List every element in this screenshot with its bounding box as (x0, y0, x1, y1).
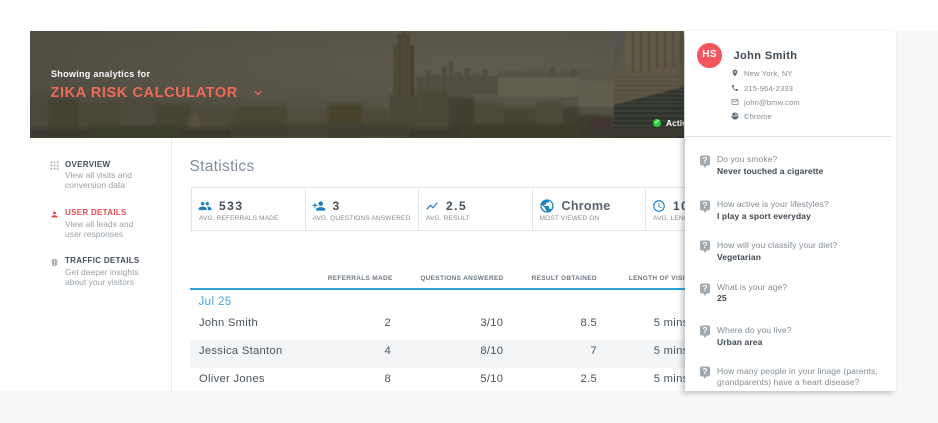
svg-text:?: ? (702, 283, 707, 293)
svg-text:?: ? (702, 200, 707, 210)
svg-text:?: ? (702, 155, 707, 165)
svg-text:?: ? (702, 325, 707, 335)
svg-text:?: ? (702, 241, 707, 251)
svg-text:?: ? (702, 366, 707, 376)
